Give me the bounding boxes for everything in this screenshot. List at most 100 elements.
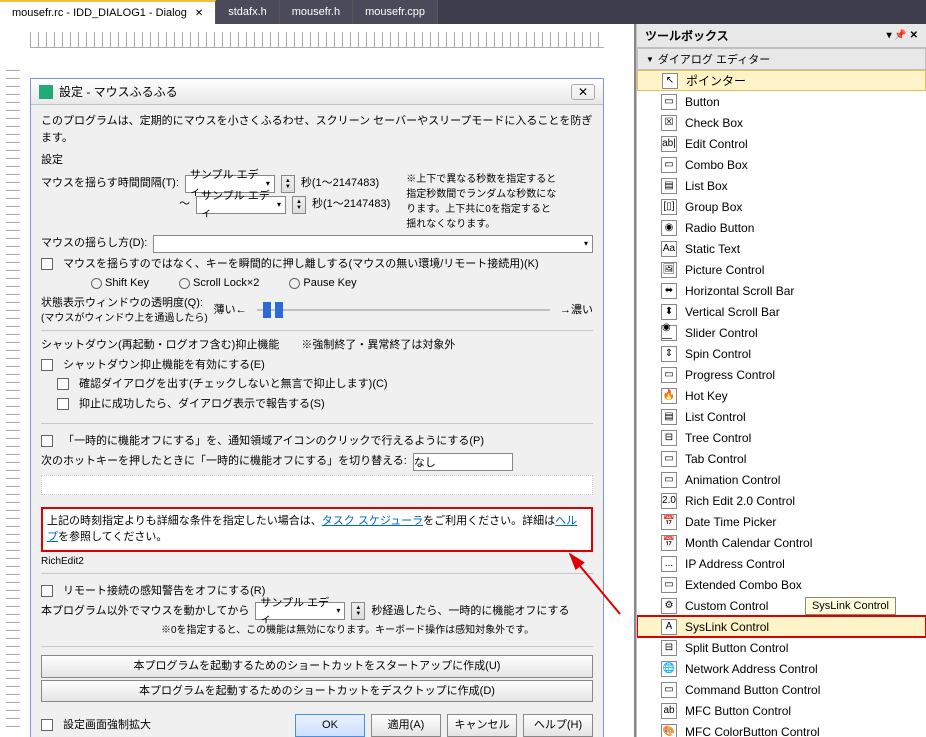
toolbox-item[interactable]: ⊟ Tree Control <box>637 427 926 448</box>
other-mouse-spin[interactable] <box>351 602 365 620</box>
toolbox-item-label: MFC Button Control <box>685 704 791 718</box>
toolbox-item-label: Spin Control <box>685 347 751 361</box>
toolbox-item[interactable]: 📅 Month Calendar Control <box>637 532 926 553</box>
toolbox-item[interactable]: ⬍Vertical Scroll Bar <box>637 301 926 322</box>
toolbox-item-label: Horizontal Scroll Bar <box>685 284 794 298</box>
ok-button[interactable]: OK <box>295 714 365 737</box>
interval-note: ※上下で異なる秒数を指定すると指定秒数間でランダムな秒数になります。上下共に0を… <box>406 172 556 232</box>
toolbox-item-label: Slider Control <box>685 326 758 340</box>
toolbox-item-label: Button <box>685 95 720 109</box>
syslink-control[interactable]: 上記の時刻指定よりも詳細な条件を指定したい場合は、タスク スケジューラをご利用く… <box>41 507 593 552</box>
toolbox-item[interactable]: 🖼Picture Control <box>637 259 926 280</box>
toolbox-item[interactable]: ◉Radio Button <box>637 217 926 238</box>
shake-method-combo[interactable] <box>153 235 593 253</box>
toolbox-item-label: Edit Control <box>685 137 748 151</box>
control-icon: 🖼 <box>661 262 677 278</box>
radio-pause[interactable] <box>289 278 300 289</box>
shutdown-confirm-check[interactable] <box>57 378 69 390</box>
control-icon: ▭ <box>661 577 677 593</box>
toolbox-item[interactable]: 📅Date Time Picker <box>637 511 926 532</box>
toolbox-item[interactable]: ab MFC Button Control <box>637 700 926 721</box>
toolbox-item[interactable]: ⬌ Horizontal Scroll Bar <box>637 280 926 301</box>
control-icon: ⬌ <box>661 283 677 299</box>
opacity-label: 状態表示ウィンドウの透明度(Q): <box>41 295 208 312</box>
toolbox-item[interactable]: ▭Extended Combo Box <box>637 574 926 595</box>
ruler-horizontal <box>30 32 604 48</box>
close-icon[interactable]: ✕ <box>571 84 595 100</box>
control-icon: 📅 <box>661 535 677 551</box>
tab[interactable]: mousefr.cpp <box>353 0 438 24</box>
toolbox-item[interactable]: ▭Tab Control <box>637 448 926 469</box>
force-expand-check[interactable] <box>41 719 53 731</box>
hotkey-input[interactable] <box>413 453 513 471</box>
tooltip: SysLink Control <box>805 597 896 615</box>
other-mouse-after: 秒経過したら、一時的に機能オフにする <box>371 603 569 620</box>
control-icon: ⊟ <box>661 430 677 446</box>
toolbox-item[interactable]: ⇕Spin Control <box>637 343 926 364</box>
temp-off-check[interactable] <box>41 435 53 447</box>
interval-to-combo[interactable]: サンプル エディ <box>196 196 286 214</box>
control-icon: ab <box>661 703 677 719</box>
remote-warn-check[interactable] <box>41 585 53 597</box>
interval-from-spin[interactable] <box>281 175 295 193</box>
toolbox-item[interactable]: 🔥Hot Key <box>637 385 926 406</box>
opacity-slider[interactable] <box>257 309 550 311</box>
tab[interactable]: mousefr.h <box>280 0 353 24</box>
toolbox-item[interactable]: ◉—Slider Control <box>637 322 926 343</box>
toolbox-item-label: ポインター <box>686 72 746 89</box>
toolbox-item[interactable]: ab|Edit Control <box>637 133 926 154</box>
shutdown-enable-check[interactable] <box>41 359 53 371</box>
toolbox-item[interactable]: ▤List Box <box>637 175 926 196</box>
toolbox-item[interactable]: 2.0Rich Edit 2.0 Control <box>637 490 926 511</box>
settings-heading: 設定 <box>41 152 593 169</box>
key-press-check[interactable] <box>41 258 53 270</box>
shortcut-startup-button[interactable]: 本プログラムを起動するためのショートカットをスタートアップに作成(U) <box>41 655 593 678</box>
toolbox-item-label: Split Button Control <box>685 641 788 655</box>
help-button[interactable]: ヘルプ(H) <box>523 714 593 737</box>
shutdown-report-check[interactable] <box>57 398 69 410</box>
cancel-button[interactable]: キャンセル <box>447 714 517 737</box>
interval-to-spin[interactable] <box>292 196 306 214</box>
shake-method-label: マウスの揺らし方(D): <box>41 235 147 252</box>
other-mouse-combo[interactable]: サンプル エディ <box>255 602 345 620</box>
control-icon: ☒ <box>661 115 677 131</box>
toolbox-item[interactable]: ▭Button <box>637 91 926 112</box>
tab[interactable]: stdafx.h <box>216 0 280 24</box>
toolbox-item[interactable]: [▯]Group Box <box>637 196 926 217</box>
radio-scroll[interactable] <box>179 278 190 289</box>
control-icon: Aa <box>661 241 677 257</box>
toolbox-item[interactable]: ▭Progress Control <box>637 364 926 385</box>
toolbox-item-label: Month Calendar Control <box>685 536 812 550</box>
toolbox-item[interactable]: ▭Command Button Control <box>637 679 926 700</box>
toolbox-item[interactable]: ▤List Control <box>637 406 926 427</box>
toolbox-item[interactable]: ⊟ Split Button Control <box>637 637 926 658</box>
toolbox-section[interactable]: ダイアログ エディター <box>637 48 926 70</box>
schedule-list[interactable] <box>41 475 593 495</box>
tab[interactable]: mousefr.rc - IDD_DIALOG1 - Dialog✕ <box>0 0 216 24</box>
pin-icon[interactable]: ▾ 📌 ✕ <box>887 30 918 41</box>
control-icon: A <box>661 619 677 635</box>
opacity-note: (マウスがウィンドウ上を通過したら) <box>41 311 208 326</box>
toolbox-item-label: Rich Edit 2.0 Control <box>685 494 795 508</box>
toolbox-item-label: Animation Control <box>685 473 780 487</box>
toolbox-item-label: Tree Control <box>685 431 751 445</box>
toolbox-item[interactable]: AaStatic Text <box>637 238 926 259</box>
task-scheduler-link[interactable]: タスク スケジューラ <box>322 515 423 527</box>
other-mouse-label: 本プログラム以外でマウスを動かしてから <box>41 603 249 620</box>
control-icon: 📅 <box>661 514 677 530</box>
shortcut-desktop-button[interactable]: 本プログラムを起動するためのショートカットをデスクトップに作成(D) <box>41 680 593 703</box>
control-icon: ⊟ <box>661 640 677 656</box>
toolbox-item[interactable]: ▭Animation Control <box>637 469 926 490</box>
toolbox-item[interactable]: ▭Combo Box <box>637 154 926 175</box>
toolbox-item[interactable]: ...IP Address Control <box>637 553 926 574</box>
toolbox-item[interactable]: 🎨MFC ColorButton Control <box>637 721 926 737</box>
tilde: ～ <box>179 196 190 213</box>
toolbox-item[interactable]: ASysLink Control <box>637 616 926 637</box>
apply-button[interactable]: 適用(A) <box>371 714 441 737</box>
toolbox-item[interactable]: ↖ポインター <box>637 70 926 91</box>
toolbox-item[interactable]: ☒Check Box <box>637 112 926 133</box>
radio-shift[interactable] <box>91 278 102 289</box>
toolbox-item[interactable]: 🌐Network Address Control <box>637 658 926 679</box>
toolbox-item-label: Group Box <box>685 200 742 214</box>
dialog-preview[interactable]: 設定 - マウスふるふる ✕ このプログラムは、定期的にマウスを小さくふるわせ、… <box>30 78 604 737</box>
